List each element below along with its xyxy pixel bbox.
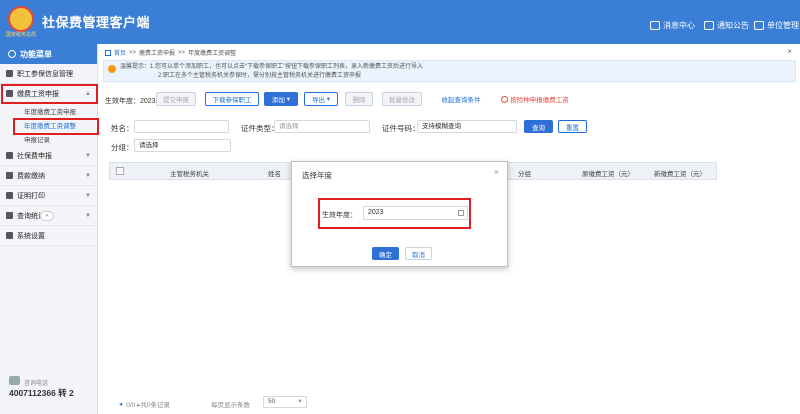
pager: ◂ 0/0 ▸共0条记录	[119, 399, 170, 409]
export-button[interactable]: 导出 ▾	[304, 92, 338, 106]
col-old-wage: 原缴费工资（元）	[582, 171, 634, 178]
reset-button[interactable]: 重置	[558, 120, 587, 133]
name-input[interactable]	[134, 120, 229, 133]
home-icon	[105, 49, 111, 56]
tip-banner: 温馨提示：1.您可以单个添加职工，也可以点击“下载参保职工”按钮下载参保职工列表…	[103, 60, 796, 82]
select-all-checkbox[interactable]	[116, 167, 124, 175]
name-label: 姓名：	[111, 124, 134, 133]
chevron-down-icon: ▼	[297, 399, 303, 405]
person-icon	[6, 70, 13, 77]
delete-button[interactable]: 删除	[345, 92, 373, 106]
group-label: 分组：	[111, 143, 134, 152]
menu-icon	[8, 50, 16, 58]
highlight-box-year	[318, 198, 471, 229]
hotline-label: 咨询电话	[24, 381, 49, 387]
col-tax-authority: 主管税务机关	[170, 171, 209, 178]
sidebar-item-certificate[interactable]: 证明打印 ▼	[0, 186, 97, 206]
pager-info: 0/0 ▸共0条记录	[126, 402, 170, 409]
ok-button[interactable]: 确定	[372, 247, 399, 260]
group-select[interactable]: 请选择	[134, 139, 231, 152]
id-type-label: 证件类型：	[241, 124, 279, 133]
mail-icon	[704, 21, 714, 30]
sidebar-item-employee-info[interactable]: 职工参保信息管理	[0, 64, 97, 84]
submit-button[interactable]: 提交申报	[156, 92, 196, 106]
id-number-label: 证件号码：	[382, 124, 420, 133]
chevron-down-icon: ▼	[85, 213, 91, 219]
sidebar-header: 功能菜单	[0, 44, 97, 64]
highlight-box-menu	[1, 84, 98, 104]
sidebar-collapse-button[interactable]: «	[40, 211, 54, 221]
app-header: 国家税务总局 社保费管理客户端 消息中心 通知公告 单位管理	[0, 0, 800, 44]
chevron-down-icon: ▼	[85, 193, 91, 199]
col-name: 姓名	[268, 171, 281, 178]
bell-icon	[650, 21, 660, 30]
query-button[interactable]: 查询	[524, 120, 553, 133]
highlight-box-submenu	[13, 118, 99, 135]
dialog-title: 选择年度	[302, 171, 332, 180]
col-group: 分组	[518, 171, 531, 178]
close-tab-icon[interactable]: ×	[787, 47, 792, 56]
page-size-select[interactable]: 50 ▼	[263, 396, 307, 408]
cancel-button[interactable]: 取消	[405, 247, 432, 260]
warning-icon	[501, 95, 509, 103]
sidebar-item-settings[interactable]: 系统设置	[0, 226, 97, 246]
breadcrumb-home[interactable]: 首页	[114, 48, 126, 57]
tax-emblem-icon	[8, 6, 34, 32]
phone-icon	[9, 376, 20, 385]
logo-text: 国家税务总局	[6, 32, 37, 38]
breadcrumb-wage[interactable]: 缴费工资申报	[139, 48, 175, 57]
chevron-down-icon: ▼	[85, 153, 91, 159]
collapse-filter-button[interactable]: 收起查询条件	[437, 92, 485, 106]
breadcrumb: 首页 >> 缴费工资申报 >> 年度缴费工资调整	[105, 48, 236, 57]
hotline-number: 4007112366 转 2	[9, 388, 74, 398]
notice-button[interactable]: 通知公告	[704, 20, 749, 31]
dialog-close-icon[interactable]: ×	[494, 167, 499, 177]
col-new-wage: 新缴费工资（元）	[654, 171, 706, 178]
building-icon	[754, 21, 764, 30]
wallet-icon	[6, 172, 13, 179]
chevron-down-icon: ▼	[85, 173, 91, 179]
page-size-label: 每页显示条数	[211, 402, 250, 409]
sidebar-item-social-fee[interactable]: 社保费申报 ▼	[0, 146, 97, 166]
insurance-type-declaration-button[interactable]: 按险种申报缴费工资	[495, 92, 575, 106]
unit-manage-button[interactable]: 单位管理	[754, 20, 799, 31]
id-number-input[interactable]: 支持模糊查询	[417, 120, 517, 133]
breadcrumb-current: 年度缴费工资调整	[188, 51, 237, 57]
sidebar-sub-annual-declaration[interactable]: 年度缴费工资申报	[0, 104, 97, 118]
printer-icon	[6, 192, 13, 199]
sidebar-item-payment[interactable]: 费款缴纳 ▼	[0, 166, 97, 186]
info-icon	[108, 65, 116, 73]
add-button[interactable]: 添加 ▾	[264, 92, 298, 106]
message-center-button[interactable]: 消息中心	[650, 20, 695, 31]
app-title: 社保费管理客户端	[42, 15, 151, 30]
grid-icon	[6, 152, 13, 159]
toolbar: 生效年度：2023 提交申报 下载参保职工 添加 ▾ 导出 ▾ 删除 批量修改 …	[99, 92, 800, 108]
download-employees-button[interactable]: 下载参保职工	[205, 92, 259, 106]
pager-prev[interactable]: ◂	[119, 400, 122, 408]
year-label: 生效年度：2023	[105, 98, 156, 105]
chart-icon	[6, 212, 13, 219]
id-type-select[interactable]: 请选择	[274, 120, 370, 133]
gear-icon	[6, 232, 13, 239]
batch-edit-button[interactable]: 批量修改	[382, 92, 422, 106]
